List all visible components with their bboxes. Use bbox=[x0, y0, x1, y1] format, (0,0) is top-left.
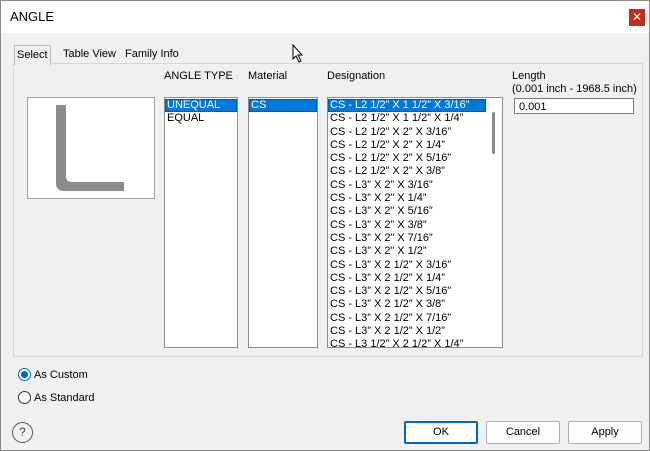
designation-list[interactable]: CS - L2 1/2” X 1 1/2” X 3/16” CS - L2 1/2… bbox=[327, 97, 503, 348]
close-button[interactable]: ✕ bbox=[629, 9, 645, 26]
cancel-button[interactable]: Cancel bbox=[486, 421, 560, 444]
designation-list-item[interactable]: CS - L3” X 2 1/2” X 3/16” bbox=[328, 259, 486, 272]
designation-list-item[interactable]: CS - L3” X 2 1/2” X 1/4” bbox=[328, 272, 486, 285]
window-title: ANGLE bbox=[10, 9, 55, 24]
designation-list-item[interactable]: CS - L3” X 2” X 1/4” bbox=[328, 192, 486, 205]
designation-list-item[interactable]: CS - L3” X 2” X 3/16” bbox=[328, 179, 486, 192]
designation-scrollbar[interactable] bbox=[486, 98, 502, 347]
apply-button[interactable]: Apply bbox=[568, 421, 642, 444]
tab-select[interactable]: Select bbox=[14, 45, 51, 65]
designation-list-item[interactable]: CS - L3” X 2 1/2” X 7/16” bbox=[328, 312, 486, 325]
designation-list-item[interactable]: CS - L3” X 2” X 1/2” bbox=[328, 245, 486, 258]
designation-list-item[interactable]: CS - L3 1/2” X 2 1/2” X 1/4” bbox=[328, 338, 486, 347]
scrollbar-thumb[interactable] bbox=[492, 112, 495, 154]
angle-type-label: ANGLE TYPE bbox=[164, 70, 233, 82]
designation-list-item[interactable]: CS - L3” X 2 1/2” X 3/8” bbox=[328, 298, 486, 311]
length-input[interactable]: 0.001 bbox=[514, 98, 634, 114]
designation-list-item[interactable]: CS - L3” X 2” X 3/8” bbox=[328, 219, 486, 232]
as-custom-radio[interactable] bbox=[18, 368, 31, 381]
length-label: Length bbox=[512, 70, 546, 82]
close-icon: ✕ bbox=[631, 10, 643, 24]
angle-type-list-item[interactable]: UNEQUAL bbox=[165, 99, 237, 113]
tab-table-view[interactable]: Table View bbox=[61, 45, 118, 64]
angle-preview bbox=[27, 97, 155, 199]
tab-family-info[interactable]: Family Info bbox=[123, 45, 181, 64]
material-list[interactable]: CS bbox=[248, 97, 318, 348]
angle-type-list-item[interactable]: EQUAL bbox=[165, 112, 237, 125]
help-icon[interactable]: ? bbox=[12, 422, 33, 443]
designation-label: Designation bbox=[327, 70, 386, 82]
designation-list-item[interactable]: CS - L2 1/2” X 1 1/2” X 3/16” bbox=[328, 99, 486, 113]
material-list-item[interactable]: CS bbox=[249, 99, 317, 113]
title-bar: ANGLE ✕ bbox=[1, 1, 649, 33]
designation-list-item[interactable]: CS - L2 1/2” X 2” X 1/4” bbox=[328, 139, 486, 152]
designation-list-item[interactable]: CS - L3” X 2” X 7/16” bbox=[328, 232, 486, 245]
angle-type-list[interactable]: UNEQUAL EQUAL bbox=[164, 97, 238, 348]
angle-dialog: ANGLE ✕ Select Table View Family Info AN… bbox=[0, 0, 650, 451]
designation-list-item[interactable]: CS - L3” X 2” X 5/16” bbox=[328, 205, 486, 218]
length-range: (0.001 inch - 1968.5 inch) bbox=[512, 83, 637, 95]
designation-list-item[interactable]: CS - L2 1/2” X 1 1/2” X 1/4” bbox=[328, 112, 486, 125]
angle-profile-icon bbox=[56, 105, 124, 191]
designation-list-item[interactable]: CS - L3” X 2 1/2” X 5/16” bbox=[328, 285, 486, 298]
designation-list-item[interactable]: CS - L2 1/2” X 2” X 3/16” bbox=[328, 126, 486, 139]
designation-list-item[interactable]: CS - L3” X 2 1/2” X 1/2” bbox=[328, 325, 486, 338]
designation-list-item[interactable]: CS - L2 1/2” X 2” X 3/8” bbox=[328, 165, 486, 178]
designation-list-item[interactable]: CS - L2 1/2” X 2” X 5/16” bbox=[328, 152, 486, 165]
material-label: Material bbox=[248, 70, 288, 82]
as-standard-radio[interactable] bbox=[18, 391, 31, 404]
mouse-cursor-icon bbox=[292, 44, 304, 63]
as-standard-label: As Standard bbox=[34, 392, 95, 404]
as-custom-label: As Custom bbox=[34, 369, 88, 381]
ok-button[interactable]: OK bbox=[404, 421, 478, 444]
